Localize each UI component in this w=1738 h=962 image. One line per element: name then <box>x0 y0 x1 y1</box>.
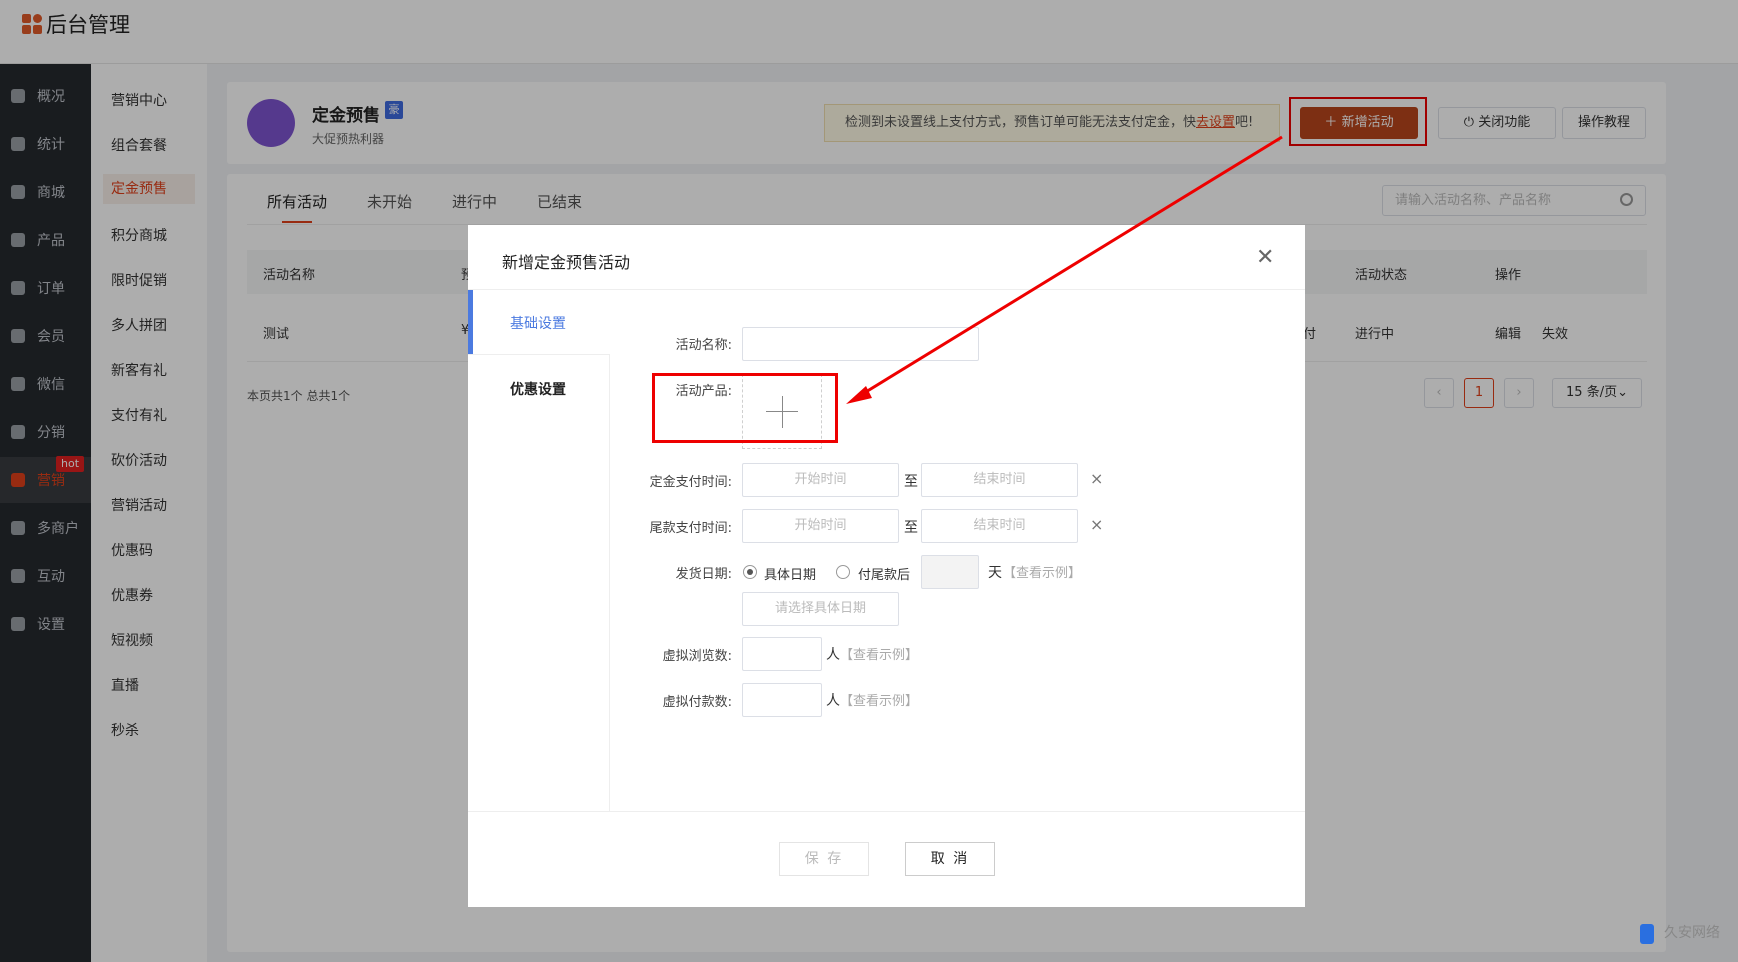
watermark: 久安网络 <box>1664 925 1720 941</box>
watermark-logo-icon <box>1640 924 1654 944</box>
annotation-arrow <box>846 135 1283 404</box>
